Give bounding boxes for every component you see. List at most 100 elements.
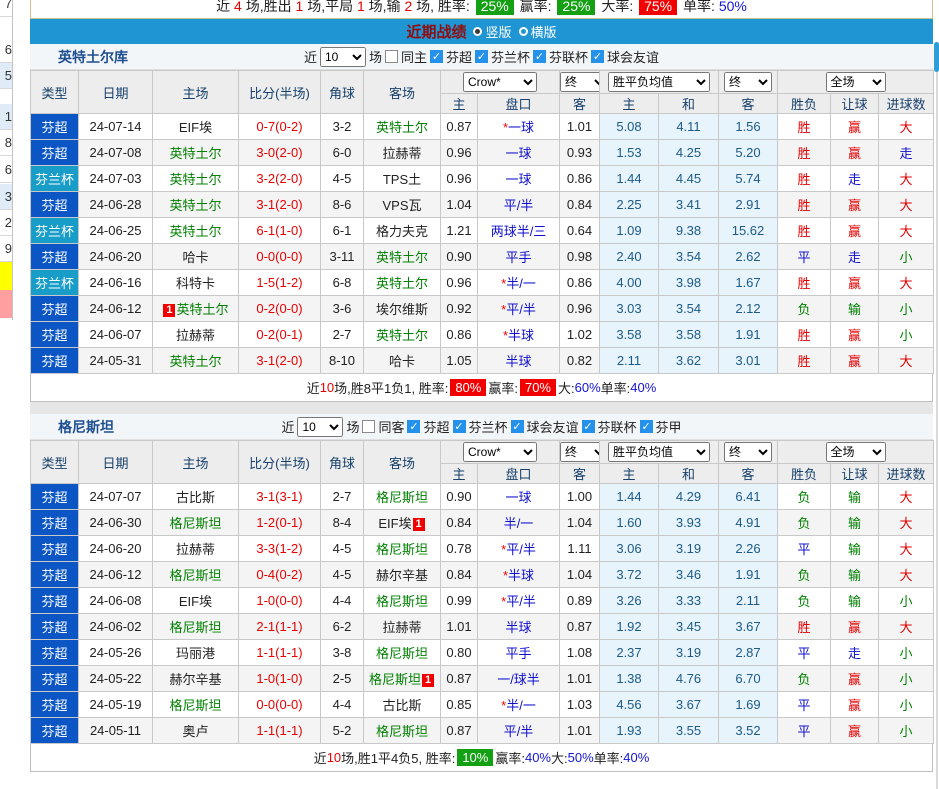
team-link: 英特土尔 <box>169 146 222 161</box>
win-odds-cell: 2.40 <box>599 243 659 270</box>
league-filter-checkbox-checked-icon[interactable]: ✓ <box>591 50 605 63</box>
sub-column-header: 和 <box>658 93 719 114</box>
games-count-select[interactable]: 10 <box>319 46 366 67</box>
result-goals-cell: 走 <box>877 139 935 166</box>
league-filter-checkbox-checked-icon[interactable]: ✓ <box>452 420 466 433</box>
handicap-cell: *半/一 <box>477 269 560 296</box>
stat-text: 赢率: <box>515 0 556 14</box>
layout-radio-vertical[interactable]: 竖版 <box>473 22 512 41</box>
result-handicap-cell: 赢 <box>830 269 879 296</box>
result-handicap-cell: 输 <box>830 561 879 588</box>
league-filter-checkbox-checked-icon[interactable]: ✓ <box>639 420 653 433</box>
team-filter-row: 格尼斯坦近 10 场同客 ✓ 芬超 ✓ 芬兰杯 ✓ 球会友谊 ✓ 芬联杯 ✓ 芬甲 <box>30 414 933 440</box>
same-venue-checkbox-unchecked-icon[interactable] <box>362 420 376 433</box>
lose-odds-cell: 6.70 <box>718 665 778 692</box>
odds-source-select[interactable]: Crow* <box>463 442 537 462</box>
team-link: 格尼斯坦 <box>169 620 222 635</box>
recent-results-header-bar: 近期战绩 竖版 横版 <box>30 19 933 44</box>
dropdown-header-cell: 全场 <box>776 440 935 464</box>
lose-odds-cell: 2.12 <box>718 295 778 322</box>
league-filter-label: 芬超 <box>423 420 450 435</box>
home-team-cell: 玛丽港 <box>152 639 239 666</box>
home-team-cell: 英特土尔 <box>152 347 239 374</box>
score-cell: 1-5(1-2) <box>238 269 321 296</box>
sub-column-header: 让球 <box>830 463 879 484</box>
team-filter-row: 英特土尔库近 10 场同主 ✓ 芬超 ✓ 芬兰杯 ✓ 芬联杯 ✓ 球会友谊 <box>30 44 933 70</box>
result-wdl-cell: 胜 <box>777 113 831 140</box>
stat-badge: 25% <box>475 0 514 15</box>
away-team-cell: 拉赫蒂 <box>363 139 441 166</box>
league-filter-checkbox-checked-icon[interactable]: ✓ <box>510 420 524 433</box>
score-cell: 0-2(0-1) <box>238 321 321 348</box>
handicap-cell: 平手 <box>477 243 560 270</box>
league-filter-checkbox-checked-icon[interactable]: ✓ <box>533 50 547 63</box>
handicap-cell: *平/半 <box>477 587 560 614</box>
radio-unselected-icon[interactable] <box>518 27 528 36</box>
league-filter-label: 芬超 <box>445 50 472 65</box>
match-row: 芬超 24-05-22 赫尔辛基 1-0(1-0) 2-5 格尼斯坦 1 0.87 一/球半 1.… <box>30 665 935 692</box>
stat-badge: 80% <box>450 379 487 396</box>
match-row: 芬超 24-06-02 格尼斯坦 2-1(1-1) 6-2 拉赫蒂 1.01 半球 0.87 1.… <box>30 613 935 640</box>
league-filter-checkbox-checked-icon[interactable]: ✓ <box>581 420 595 433</box>
team-link: 哈卡 <box>182 250 209 265</box>
sub-column-header: 让球 <box>830 93 879 114</box>
stat-text: 场,胜出 <box>241 0 296 14</box>
team-link: 格尼斯坦 <box>169 698 222 713</box>
scrollbar-thumb[interactable] <box>934 42 939 72</box>
recent-results-title: 近期战绩 <box>406 24 467 41</box>
avg-odds-select[interactable]: 胜平负均值 <box>608 442 710 462</box>
home-odds-cell: 0.92 <box>440 295 478 322</box>
match-date-cell: 24-05-22 <box>78 665 153 692</box>
result-wdl-cell: 负 <box>777 561 831 588</box>
win-odds-cell: 1.53 <box>599 139 659 166</box>
stat-badge: 75% <box>639 0 678 15</box>
final-avg-select[interactable]: 终 <box>724 72 772 92</box>
corners-cell: 3-6 <box>320 295 364 322</box>
final-odds-select[interactable]: 终 <box>560 442 599 462</box>
score-cell: 1-2(0-1) <box>238 509 321 536</box>
score-cell: 0-4(0-2) <box>238 561 321 588</box>
same-venue-checkbox-unchecked-icon[interactable] <box>384 50 398 63</box>
overall-stats-box: 近 4 场,胜出 1 场,平局 1 场,输 2 场, 胜率: 25% 赢率: 2… <box>30 0 933 19</box>
stat-text: 场,平局 <box>303 0 357 14</box>
radio-selected-icon[interactable] <box>473 27 483 36</box>
dropdown-header-cell: Crow* <box>440 70 560 94</box>
team-summary-bar: 近 10 场,胜1平4负5, 胜率: 10% 赢率: 40% 大: 50% 单率: 40% <box>30 744 933 772</box>
team-link: 拉赫蒂 <box>382 620 422 635</box>
league-filter-label: 芬甲 <box>655 420 682 435</box>
stat-text: 60% <box>574 380 601 395</box>
main-content: 近 4 场,胜出 1 场,平局 1 场,输 2 场, 胜率: 25% 赢率: 2… <box>30 0 935 772</box>
win-odds-cell: 2.25 <box>599 191 659 218</box>
column-header: 客场 <box>363 440 441 484</box>
final-avg-select[interactable]: 终 <box>724 442 772 462</box>
scrollbar-track[interactable] <box>936 70 938 789</box>
draw-odds-cell: 9.38 <box>658 217 719 244</box>
stat-text: 1 <box>356 0 365 14</box>
layout-radio-horizontal[interactable]: 横版 <box>518 22 557 41</box>
win-odds-cell: 3.03 <box>599 295 659 322</box>
lose-odds-cell: 1.91 <box>718 561 778 588</box>
away-team-cell: 英特土尔 <box>363 243 441 270</box>
league-filter-checkbox-checked-icon[interactable]: ✓ <box>407 420 421 433</box>
result-goals-cell: 大 <box>877 217 935 244</box>
games-count-select[interactable]: 10 <box>297 416 344 437</box>
league-filter-checkbox-checked-icon[interactable]: ✓ <box>429 50 443 63</box>
draw-odds-cell: 4.11 <box>658 113 719 140</box>
column-header: 主场 <box>152 440 239 484</box>
match-scope-select[interactable]: 全场 <box>825 442 886 462</box>
sub-column-header: 客 <box>559 463 600 484</box>
team-link: 格尼斯坦 <box>375 724 428 739</box>
match-date-cell: 24-05-19 <box>78 691 153 718</box>
match-scope-select[interactable]: 全场 <box>825 72 886 92</box>
home-odds-cell: 0.90 <box>440 243 478 270</box>
result-handicap-cell: 走 <box>830 165 879 192</box>
left-strip-number: 5 <box>0 63 12 89</box>
odds-source-select[interactable]: Crow* <box>463 72 537 92</box>
avg-odds-select[interactable]: 胜平负均值 <box>608 72 710 92</box>
league-filter-checkbox-checked-icon[interactable]: ✓ <box>475 50 488 63</box>
column-header: 客场 <box>363 70 441 114</box>
final-odds-select[interactable]: 终 <box>560 72 599 92</box>
handicap-cell: *平/半 <box>477 535 560 562</box>
result-handicap-cell: 输 <box>830 535 879 562</box>
sub-column-header: 客 <box>559 93 600 114</box>
